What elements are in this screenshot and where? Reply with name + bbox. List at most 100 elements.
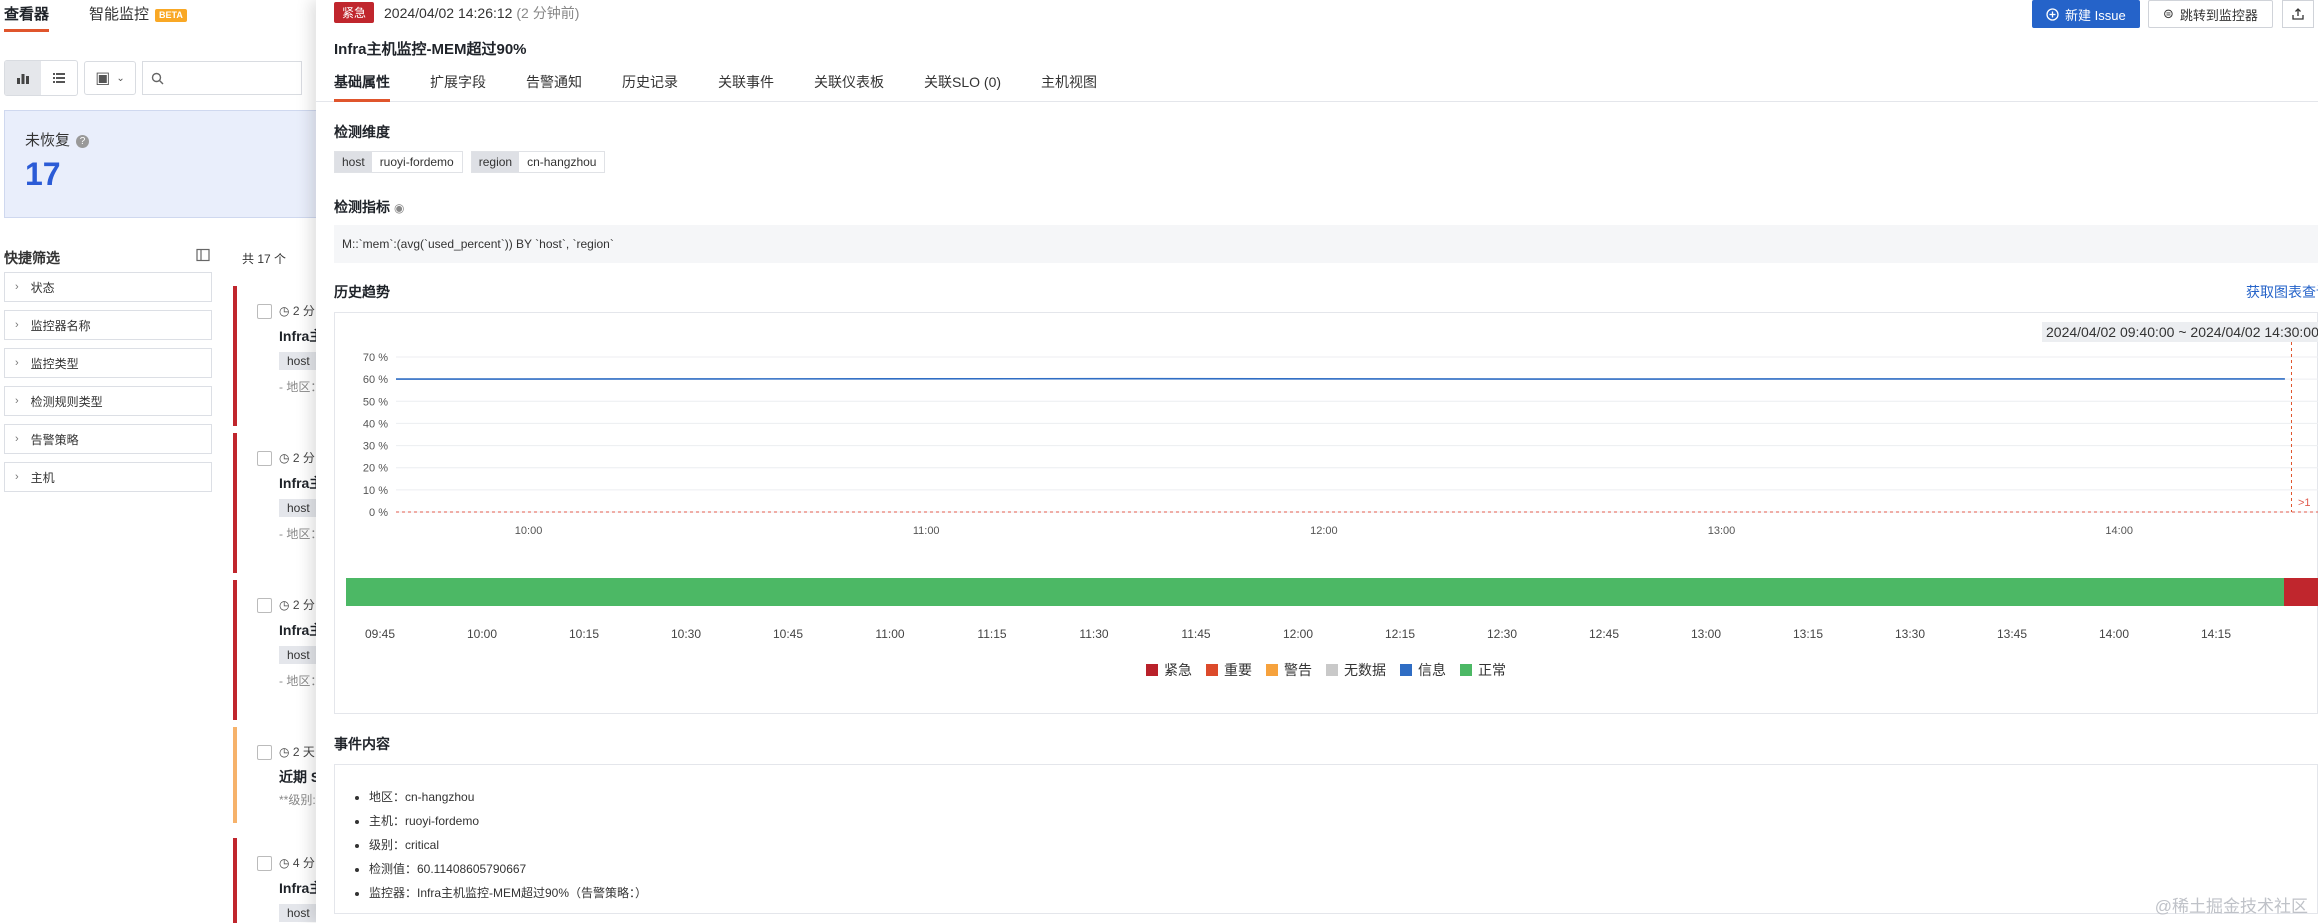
unrecovered-stat[interactable]: 未恢复? 17 <box>4 110 324 218</box>
saved-view-dropdown[interactable]: ▣ ⌄ <box>84 61 136 95</box>
dimension-tag[interactable]: host ruoyi-fordemo <box>334 151 463 173</box>
view-mode-switch <box>4 60 78 96</box>
status-x-tick-label: 10:30 <box>671 627 701 641</box>
eye-icon[interactable]: ◉ <box>394 201 404 215</box>
list-item: 地区：cn-hangzhou <box>369 785 2317 809</box>
export-icon[interactable] <box>2282 0 2314 28</box>
tab-basic-attributes[interactable]: 基础属性 <box>334 63 390 102</box>
status-x-tick-label: 12:15 <box>1385 627 1415 641</box>
x-tick-label: 11:00 <box>913 525 940 537</box>
status-x-tick-label: 13:00 <box>1691 627 1721 641</box>
tab-extended-fields[interactable]: 扩展字段 <box>430 63 486 101</box>
list-item: 监控器：Infra主机监控-MEM超过90%（告警策略：） <box>369 881 2317 905</box>
event-title: Infra主机监控-MEM超过90% <box>334 41 527 58</box>
tab-history[interactable]: 历史记录 <box>622 63 678 101</box>
card-checkbox[interactable] <box>257 745 272 760</box>
list-item: 主机：ruoyi-fordemo <box>369 809 2317 833</box>
tab-related-events[interactable]: 关联事件 <box>718 63 774 101</box>
status-x-tick-label: 13:15 <box>1793 627 1823 641</box>
status-x-tick-label: 14:15 <box>2201 627 2231 641</box>
tab-smart-monitor[interactable]: 智能监控 BETA <box>89 0 187 30</box>
beta-badge: BETA <box>155 8 187 22</box>
legend-swatch-warning <box>1266 664 1278 676</box>
card-time: ◷ 2 分 <box>279 451 315 465</box>
tab-related-slo[interactable]: 关联SLO (0) <box>924 63 1001 101</box>
x-tick-label: 12:00 <box>1310 525 1338 537</box>
history-title: 历史趋势 <box>334 284 390 300</box>
event-content-title: 事件内容 <box>334 736 390 752</box>
tab-viewer[interactable]: 查看器 <box>4 0 50 32</box>
monitor-icon: ⊜ <box>2163 6 2174 21</box>
filter-monitor-type[interactable]: › 监控类型 <box>4 348 212 378</box>
x-tick-label: 10:00 <box>515 525 543 537</box>
event-card[interactable]: ◷ 2 分 Infra主 host - 地区： <box>233 433 323 573</box>
card-checkbox[interactable] <box>257 304 272 319</box>
legend-item[interactable]: 信息 <box>1400 660 1446 680</box>
quick-filter-title: 快捷筛选 <box>4 250 60 266</box>
severity-badge: 紧急 <box>334 2 375 23</box>
legend-item[interactable]: 警告 <box>1266 660 1312 680</box>
card-time: ◷ 2 分 <box>279 598 315 612</box>
event-card[interactable]: ◷ 2 天 近期 S **级别: <box>233 727 323 823</box>
dimension-tag[interactable]: region cn-hangzhou <box>470 151 606 173</box>
legend-swatch-info <box>1400 664 1412 676</box>
y-tick-label: 50 % <box>363 396 388 408</box>
top-tabs: 查看器 智能监控 BETA <box>0 0 187 32</box>
goto-monitor-button[interactable]: ⊜ 跳转到监控器 <box>2148 0 2273 28</box>
event-card[interactable]: ◷ 2 分 Infra主 host - 地区： <box>233 286 323 426</box>
event-card[interactable]: ◷ 2 分 Infra主 host - 地区： <box>233 580 323 720</box>
chevron-right-icon: › <box>15 281 19 293</box>
filter-status[interactable]: › 状态 <box>4 272 212 302</box>
view-toolbar: ▣ ⌄ <box>4 60 302 96</box>
search-input[interactable] <box>142 61 302 95</box>
search-icon <box>151 72 164 84</box>
legend-item[interactable]: 重要 <box>1206 660 1252 680</box>
legend-item[interactable]: 正常 <box>1460 660 1506 680</box>
status-x-tick-label: 13:45 <box>1997 627 2027 641</box>
legend-item[interactable]: 紧急 <box>1146 660 1192 680</box>
card-tag: host <box>279 646 318 664</box>
new-issue-button[interactable]: 新建 Issue <box>2032 0 2140 28</box>
bar-chart-icon[interactable] <box>5 61 41 95</box>
card-checkbox[interactable] <box>257 598 272 613</box>
tab-host-view[interactable]: 主机视图 <box>1041 63 1097 101</box>
status-segment-ok <box>346 578 2284 606</box>
y-tick-label: 10 % <box>363 485 388 497</box>
status-x-tick-label: 11:15 <box>977 627 1006 641</box>
legend-item[interactable]: 无数据 <box>1326 660 1386 680</box>
tab-related-dashboards[interactable]: 关联仪表板 <box>814 63 884 101</box>
status-segment-critical <box>2284 578 2318 606</box>
x-tick-label: 13:00 <box>1708 525 1736 537</box>
event-card[interactable]: ◷ 4 分 Infra主 host <box>233 838 323 923</box>
filter-monitor-name[interactable]: › 监控器名称 <box>4 310 212 340</box>
list-item: 级别：critical <box>369 833 2317 857</box>
list-icon[interactable] <box>41 61 77 95</box>
y-tick-label: 20 % <box>363 463 388 475</box>
legend-swatch-nodata <box>1326 664 1338 676</box>
event-content: 地区：cn-hangzhou 主机：ruoyi-fordemo 级别：criti… <box>334 764 2318 914</box>
unrecovered-count: 17 <box>25 156 61 192</box>
unrecovered-label: 未恢复? <box>25 129 303 150</box>
y-tick-label: 60 % <box>363 374 388 386</box>
dimension-title: 检测维度 <box>334 124 390 140</box>
status-x-tick-label: 10:15 <box>569 627 599 641</box>
card-checkbox[interactable] <box>257 451 272 466</box>
card-checkbox[interactable] <box>257 856 272 871</box>
status-legend: 紧急 重要 警告 无数据 信息 正常 <box>1146 660 1506 680</box>
filter-rule-type[interactable]: › 检测规则类型 <box>4 386 212 416</box>
quick-filter-list: › 状态 › 监控器名称 › 监控类型 › 检测规则类型 › 告警策略 › 主机 <box>4 272 212 500</box>
drawer-header: 紧急 2024/04/02 14:26:12 (2 分钟前) <box>334 2 579 23</box>
get-chart-query-link[interactable]: 获取图表查询 <box>2246 282 2318 302</box>
collapse-filter-icon[interactable] <box>196 248 210 265</box>
chevron-right-icon: › <box>15 357 19 369</box>
chevron-right-icon: › <box>15 319 19 331</box>
time-range-label: 2024/04/02 09:40:00 ~ 2024/04/02 14:30:0… <box>2042 322 2318 342</box>
plus-circle-icon <box>2046 7 2059 21</box>
tab-alert-notification[interactable]: 告警通知 <box>526 63 582 101</box>
status-x-tick-label: 13:30 <box>1895 627 1925 641</box>
filter-alert-policy[interactable]: › 告警策略 <box>4 424 212 454</box>
status-x-tick-label: 14:00 <box>2099 627 2129 641</box>
filter-host[interactable]: › 主机 <box>4 462 212 492</box>
status-x-tick-label: 11:00 <box>875 627 904 641</box>
status-x-tick-label: 12:00 <box>1283 627 1313 641</box>
